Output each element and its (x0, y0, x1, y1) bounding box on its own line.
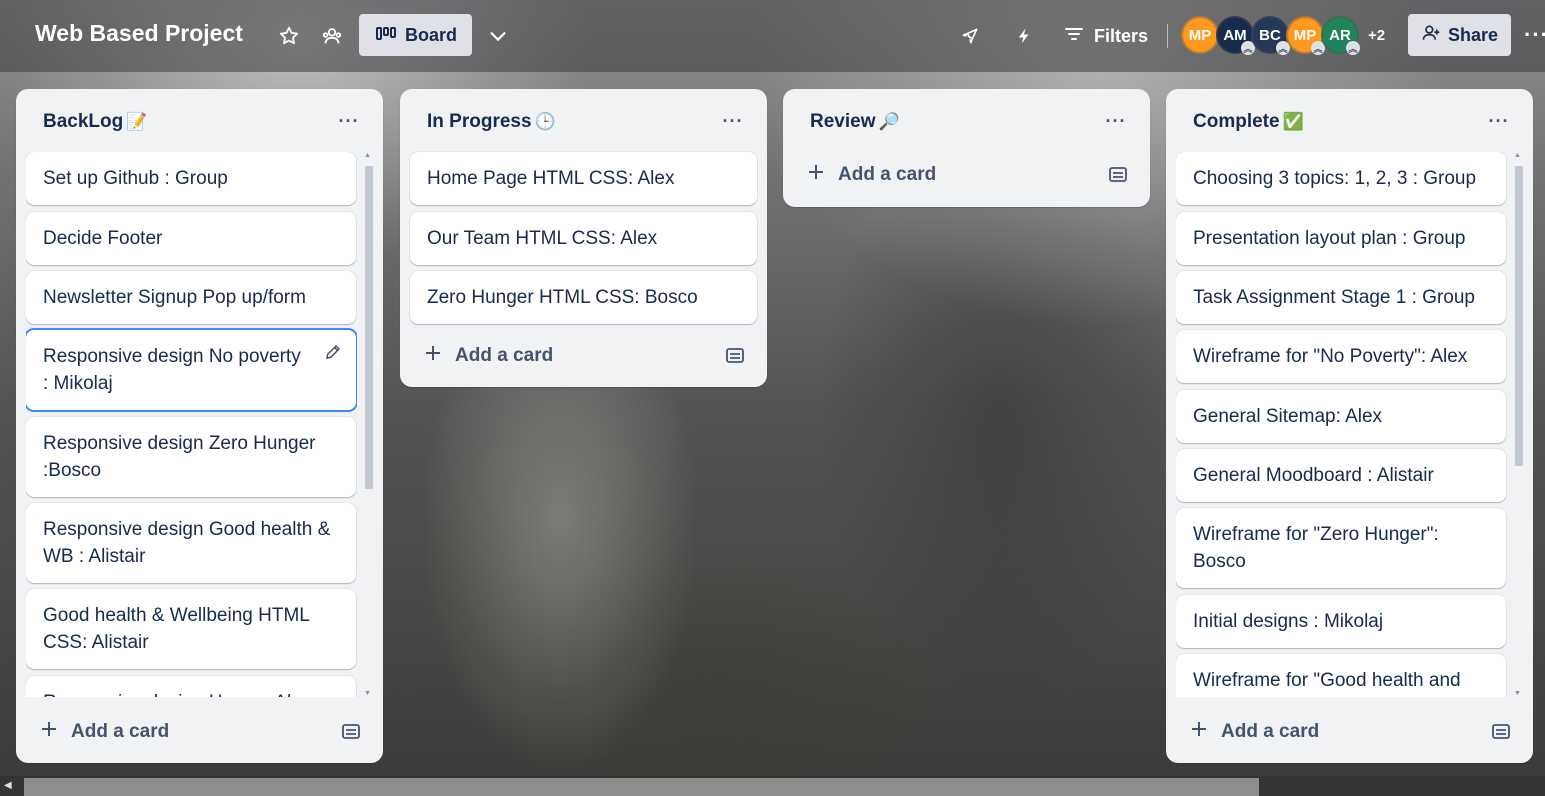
list-menu-button[interactable]: ··· (1102, 107, 1130, 135)
board-menu-button[interactable]: ··· (1524, 22, 1545, 48)
add-card-label: Add a card (71, 721, 170, 742)
board-view-button[interactable]: Board (359, 14, 472, 56)
list-menu-button[interactable]: ··· (335, 107, 363, 135)
list-in-progress: In Progress 🕒 ··· Home Page HTML CSS: Ale… (400, 89, 767, 387)
share-button[interactable]: Share (1408, 14, 1511, 56)
card[interactable]: Our Team HTML CSS: Alex (410, 212, 757, 265)
scroll-thumb[interactable] (1515, 166, 1523, 466)
member-avatar[interactable]: MP (1181, 16, 1219, 54)
card[interactable]: Good health & Wellbeing HTML CSS: Alista… (26, 589, 356, 669)
plus-icon (1190, 720, 1208, 744)
member-avatar[interactable]: AR ︽ (1321, 16, 1360, 55)
card[interactable]: Responsive design Good health & WB : Ali… (26, 503, 356, 583)
scroll-thumb[interactable] (365, 166, 373, 489)
add-card-button[interactable]: Add a card (40, 717, 169, 747)
card-list: Set up Github : Group Decide Footer News… (26, 152, 357, 697)
card[interactable]: Responsive design Zero Hunger :Bosco (26, 417, 356, 497)
card[interactable]: Zero Hunger HTML CSS: Bosco (410, 271, 757, 324)
board-title[interactable]: Web Based Project (35, 20, 243, 47)
card[interactable]: Task Assignment Stage 1 : Group (1176, 271, 1506, 324)
card[interactable]: Presentation layout plan : Group (1176, 212, 1506, 265)
board-view-icon (376, 25, 396, 46)
scroll-left-arrow-icon[interactable]: ◀ (4, 780, 12, 791)
list-title[interactable]: Review 🔎 (810, 111, 900, 133)
header-divider (1167, 24, 1168, 48)
list-title[interactable]: In Progress 🕒 (427, 111, 556, 133)
rocket-icon[interactable] (955, 21, 985, 51)
horizontal-scroll-thumb[interactable] (24, 778, 1259, 796)
star-icon[interactable] (274, 21, 304, 51)
card[interactable]: Initial designs : Mikolaj (1176, 595, 1506, 648)
pencil-icon[interactable] (324, 342, 342, 369)
filters-button[interactable]: Filters (1064, 22, 1148, 50)
list-header: In Progress 🕒 ··· (400, 89, 767, 151)
add-card-label: Add a card (838, 164, 937, 185)
card[interactable]: Newsletter Signup Pop up/form (26, 271, 356, 324)
chevron-down-icon[interactable] (483, 21, 513, 51)
plus-icon (807, 163, 825, 187)
admin-chevron-icon: ︽ (1346, 41, 1360, 55)
card[interactable]: General Sitemap: Alex (1176, 390, 1506, 443)
list-scrollbar[interactable]: ▲ ▼ (1513, 152, 1523, 697)
card-list: Choosing 3 topics: 1, 2, 3 : Group Prese… (1176, 152, 1507, 697)
magnifier-icon: 🔎 (878, 112, 900, 131)
workspace-visible-icon[interactable] (317, 21, 347, 51)
list-title[interactable]: Complete ✅ (1193, 111, 1304, 133)
list-backlog: BackLog 📝 ··· Set up Github : Group Decid… (16, 89, 383, 763)
card[interactable]: Wireframe for "No Poverty": Alex (1176, 330, 1506, 383)
card[interactable]: Home Page HTML CSS: Alex (410, 152, 757, 205)
filter-icon (1064, 26, 1084, 47)
member-avatar[interactable]: BC ︽ (1251, 16, 1290, 55)
add-card-label: Add a card (455, 345, 554, 366)
filters-label: Filters (1094, 25, 1149, 46)
list-review: Review 🔎 ··· Add a card (783, 89, 1150, 207)
card-title: Responsive design No poverty : Mikolaj (43, 346, 301, 394)
add-card-label: Add a card (1221, 721, 1320, 742)
card-list: Home Page HTML CSS: Alex Our Team HTML C… (410, 152, 757, 332)
plus-icon (424, 344, 442, 368)
add-card-button[interactable]: Add a card (1190, 717, 1319, 747)
more-members-count[interactable]: +2 (1368, 27, 1385, 44)
card[interactable]: Responsive design Human Al... (26, 676, 356, 697)
list-menu-button[interactable]: ··· (1485, 107, 1513, 135)
board-view-label: Board (405, 24, 458, 45)
plus-icon (40, 720, 58, 744)
clock-icon: 🕒 (534, 112, 556, 131)
list-title[interactable]: BackLog 📝 (43, 111, 147, 133)
memo-icon: 📝 (126, 112, 148, 131)
card-template-icon[interactable] (725, 346, 745, 366)
board-horizontal-scrollbar[interactable]: ◀ (0, 776, 1545, 796)
card[interactable]: Choosing 3 topics: 1, 2, 3 : Group (1176, 152, 1506, 205)
list-header: BackLog 📝 ··· (16, 89, 383, 151)
card[interactable]: Wireframe for "Good health and (1176, 654, 1506, 697)
check-mark-icon: ✅ (1282, 112, 1304, 131)
board-header: Web Based Project Board Filters MP AM ︽ B… (0, 0, 1545, 72)
add-card-button[interactable]: Add a card (807, 160, 936, 190)
member-avatar[interactable]: AM ︽ (1216, 16, 1255, 55)
card[interactable]: General Moodboard : Alistair (1176, 449, 1506, 502)
card-focused[interactable]: Responsive design No poverty : Mikolaj (26, 330, 356, 410)
list-header: Complete ✅ ··· (1166, 89, 1533, 151)
member-avatar[interactable]: MP ︽ (1286, 16, 1325, 55)
list-scrollbar[interactable]: ▲ ▼ (363, 152, 373, 697)
add-person-icon (1421, 23, 1441, 48)
card[interactable]: Decide Footer (26, 212, 356, 265)
card-template-icon[interactable] (341, 722, 361, 742)
lightning-icon[interactable] (1009, 21, 1039, 51)
card-template-icon[interactable] (1108, 165, 1128, 185)
list-complete: Complete ✅ ··· Choosing 3 topics: 1, 2, 3… (1166, 89, 1533, 763)
card[interactable]: Wireframe for "Zero Hunger": Bosco (1176, 508, 1506, 588)
add-card-button[interactable]: Add a card (424, 341, 553, 371)
card-template-icon[interactable] (1491, 722, 1511, 742)
share-label: Share (1447, 24, 1499, 45)
card[interactable]: Set up Github : Group (26, 152, 356, 205)
list-menu-button[interactable]: ··· (719, 107, 747, 135)
list-header: Review 🔎 ··· (783, 89, 1150, 151)
